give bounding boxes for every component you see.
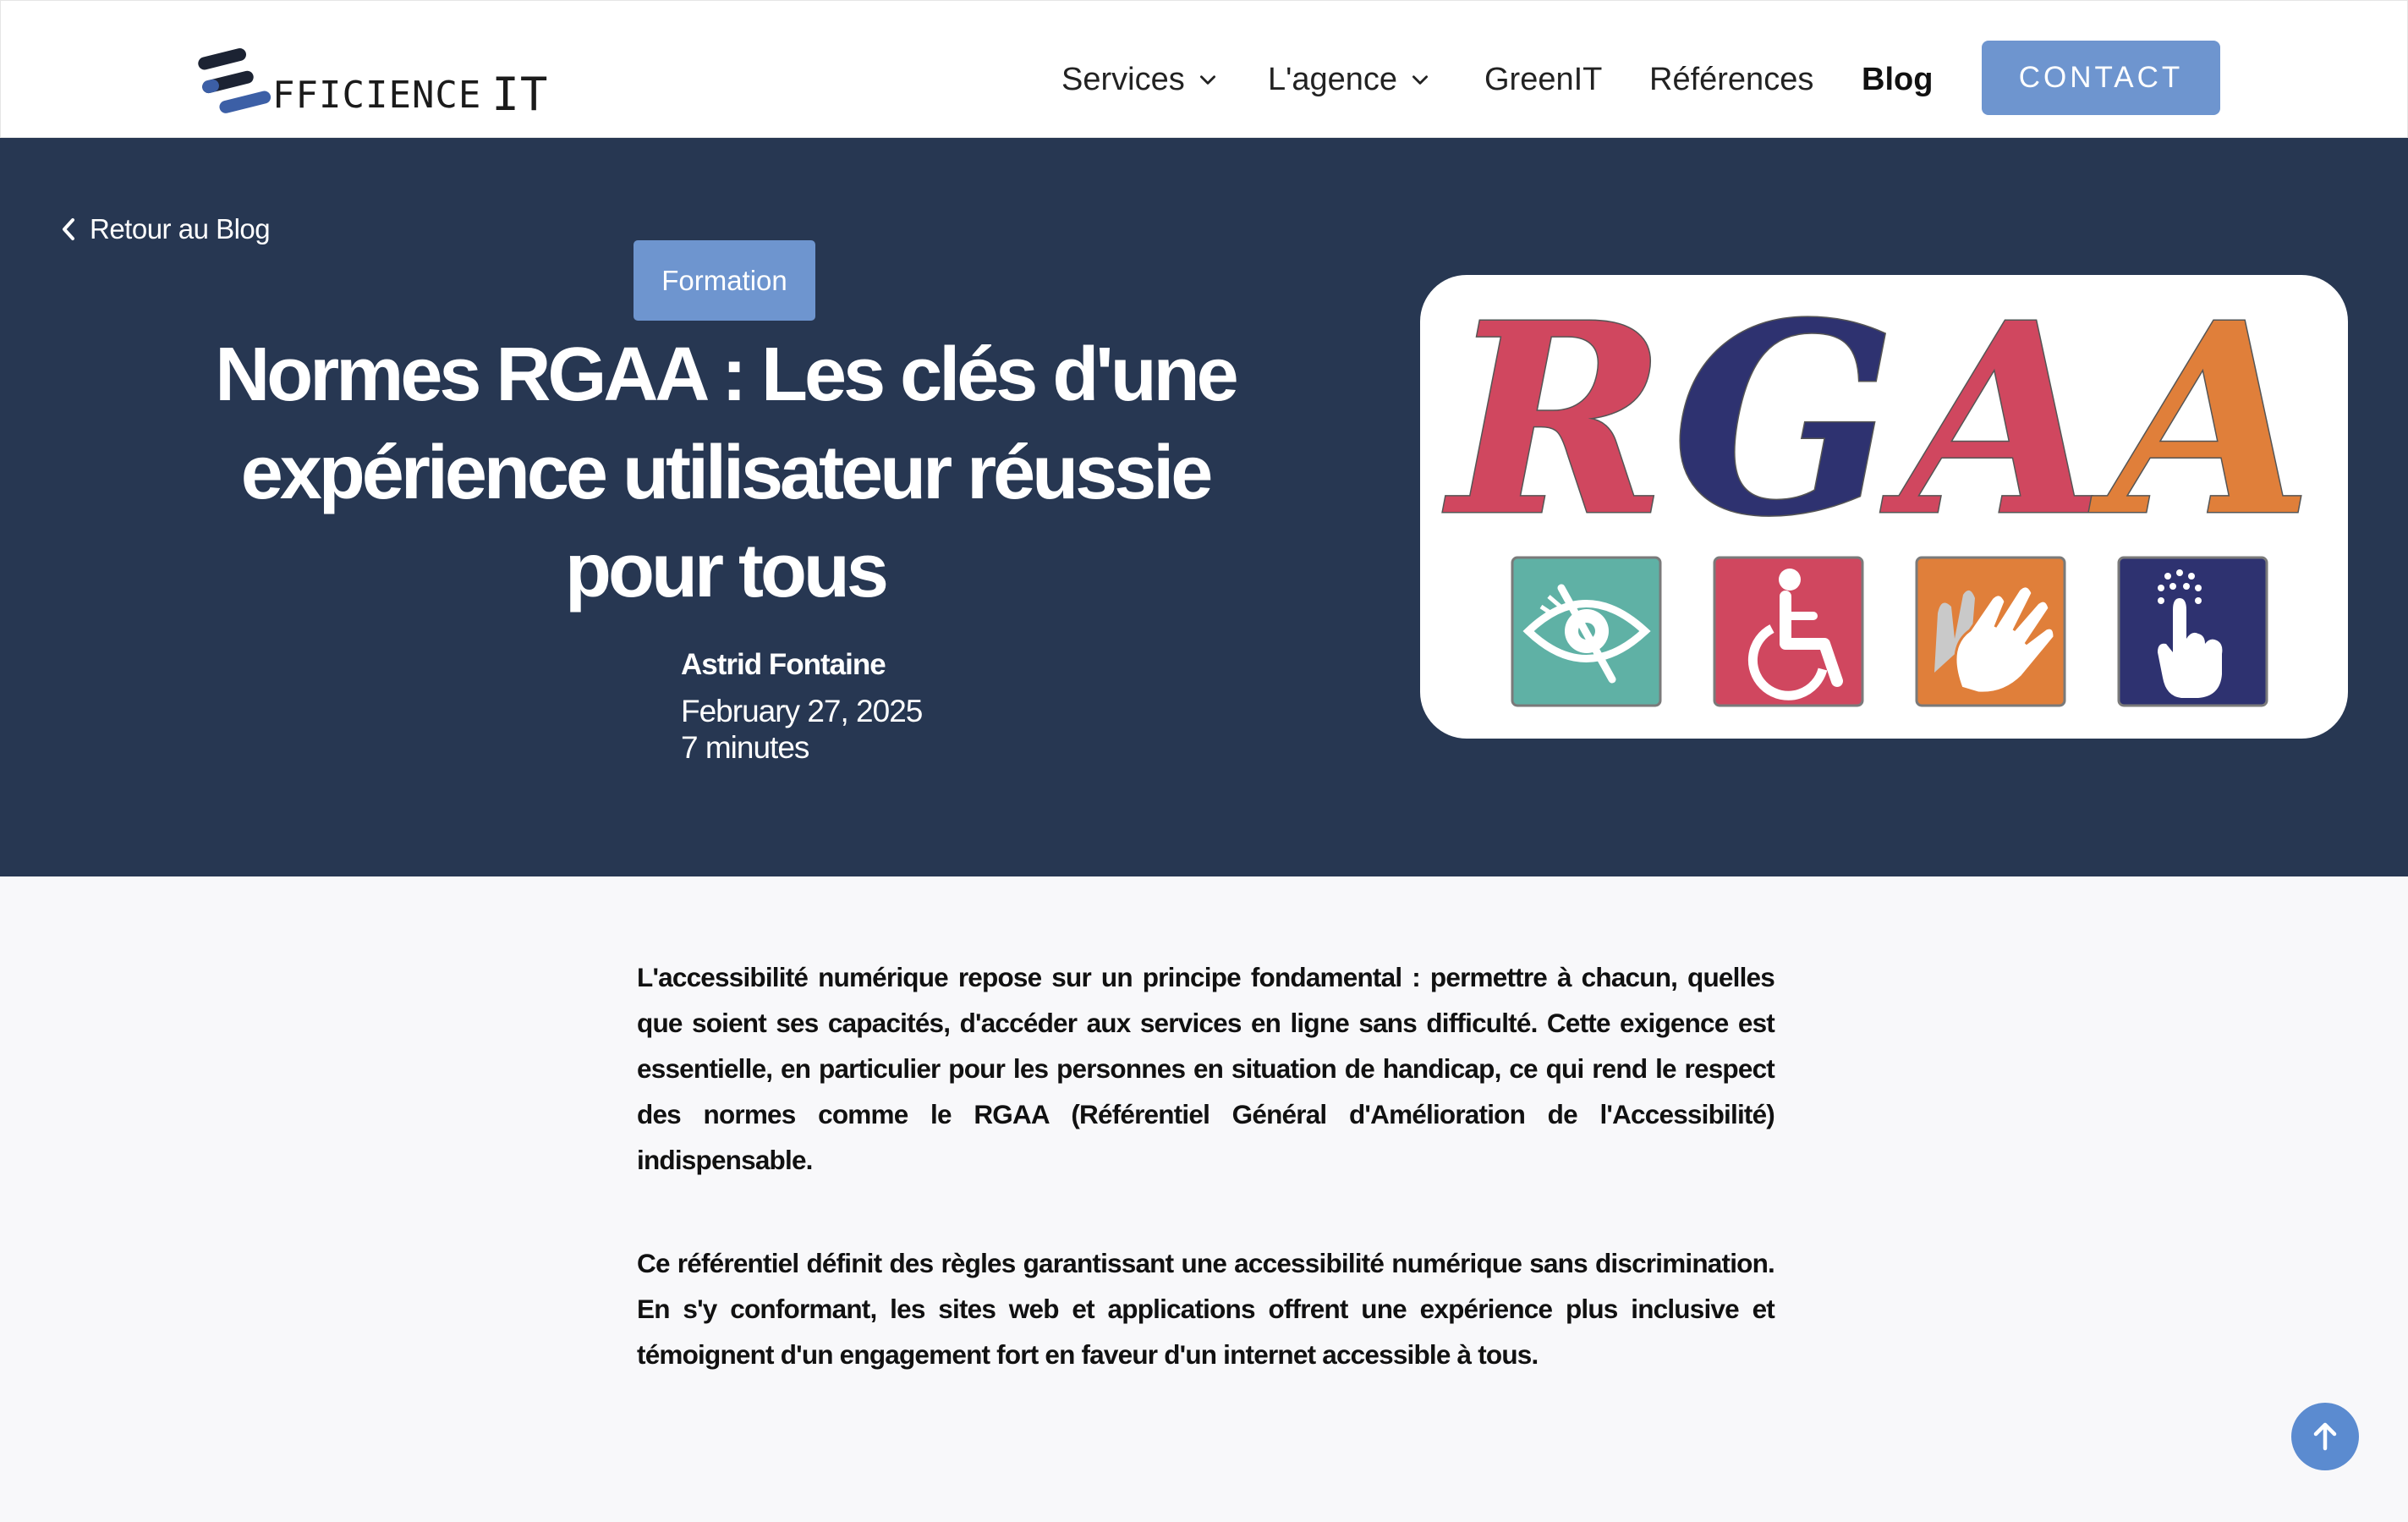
article-paragraph: L'accessibilité numérique repose sur un … bbox=[637, 962, 1775, 1175]
rgaa-letter: R bbox=[1441, 275, 1672, 574]
nav-agence[interactable]: L'agence bbox=[1268, 58, 1431, 101]
nav-services-label: Services bbox=[1061, 61, 1185, 97]
logo-e-mark-icon bbox=[198, 48, 272, 113]
chevron-left-icon bbox=[63, 218, 74, 240]
rgaa-wordmark: RGAA bbox=[1441, 275, 2318, 574]
rgaa-letter: A bbox=[2089, 275, 2318, 574]
scroll-to-top-button[interactable] bbox=[2291, 1403, 2359, 1470]
article-read-time: 7 minutes bbox=[681, 730, 809, 765]
back-to-blog-link[interactable]: Retour au Blog bbox=[59, 213, 271, 245]
article-author: Astrid Fontaine bbox=[681, 648, 886, 681]
nav-greenit[interactable]: GreenIT bbox=[1484, 58, 1602, 101]
efficience-it-logo[interactable]: FFICIENCE IT bbox=[198, 40, 547, 121]
eye-slash-icon bbox=[1511, 556, 1662, 707]
back-to-blog-label: Retour au Blog bbox=[90, 213, 271, 245]
nav-services[interactable]: Services bbox=[1061, 58, 1219, 101]
category-tag[interactable]: Formation bbox=[634, 240, 815, 321]
nav-blog[interactable]: Blog bbox=[1862, 58, 1933, 101]
sign-language-hands-icon bbox=[1915, 556, 2066, 707]
logo-wordmark: FFICIENCE IT bbox=[272, 68, 549, 121]
rgaa-letter: G bbox=[1672, 275, 1901, 574]
article-body: L'accessibilité numérique repose sur un … bbox=[637, 954, 1775, 1435]
nav-agence-label: L'agence bbox=[1268, 61, 1398, 97]
article-date: February 27, 2025 bbox=[681, 694, 923, 728]
site-header: FFICIENCE IT Services L'agence GreenIT Ré… bbox=[0, 0, 2408, 138]
braille-touch-icon bbox=[2117, 556, 2268, 707]
contact-button[interactable]: CONTACT bbox=[1982, 41, 2220, 115]
article-paragraph: Ce référentiel définit des règles garant… bbox=[637, 1248, 1775, 1370]
chevron-down-icon bbox=[1199, 75, 1215, 85]
arrow-up-icon bbox=[2313, 1422, 2337, 1451]
nav-references[interactable]: Références bbox=[1649, 58, 1813, 101]
rgaa-letter: A bbox=[1880, 275, 2109, 574]
chevron-down-icon bbox=[1412, 75, 1429, 85]
wheelchair-icon bbox=[1713, 556, 1864, 707]
article-cover-image: RGAA bbox=[1420, 275, 2348, 739]
article-title: Normes RGAA : Les clés d'une expérience … bbox=[215, 332, 1238, 613]
article-hero: Retour au Blog Formation Normes RGAA : L… bbox=[0, 138, 2408, 876]
rgaa-illustration: RGAA bbox=[1440, 275, 2318, 707]
